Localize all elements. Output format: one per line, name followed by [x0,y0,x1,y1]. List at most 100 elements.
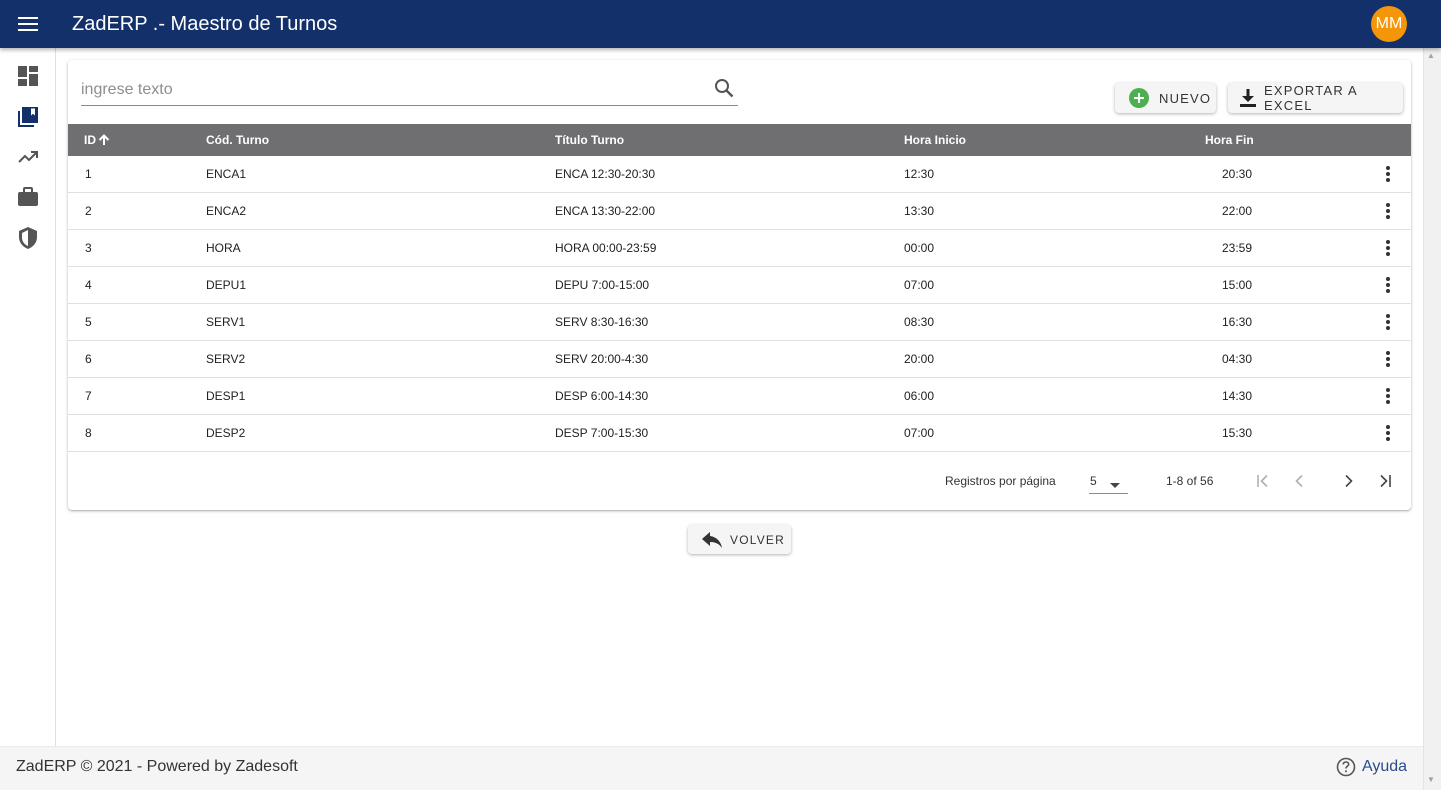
pagination: Registros por página 5 1-8 of 56 [68,452,1411,510]
cell-code: DESP2 [206,426,246,440]
footer-copyright: ZadERP © 2021 - Powered by Zadesoft [16,758,298,775]
cell-code: ENCA1 [206,167,247,181]
new-button-label: NUEVO [1159,90,1212,106]
table-row[interactable]: 3 HORA HORA 00:00-23:59 00:00 23:59 [68,230,1411,267]
export-excel-button[interactable]: EXPORTAR A EXCEL [1228,83,1403,113]
cell-title: SERV 20:00-4:30 [555,352,649,366]
more-vert-icon[interactable] [1378,237,1398,259]
more-vert-icon[interactable] [1378,274,1398,296]
page-range: 1-8 of 56 [1166,474,1214,488]
more-vert-icon[interactable] [1378,200,1398,222]
search-icon[interactable] [714,78,736,100]
column-header-title[interactable]: Título Turno [555,133,624,147]
rows-per-page-value: 5 [1090,474,1097,488]
trending-up-icon[interactable] [16,145,40,169]
help-label: Ayuda [1362,758,1408,775]
cell-id: 5 [85,315,92,329]
column-header-code[interactable]: Cód. Turno [206,133,269,147]
cell-end-time: 04:30 [1222,352,1253,366]
next-page-icon[interactable] [1337,469,1361,493]
previous-page-icon[interactable] [1287,469,1311,493]
more-vert-icon[interactable] [1378,422,1398,444]
cell-code: ENCA2 [206,204,247,218]
last-page-icon[interactable] [1373,469,1397,493]
new-button[interactable]: NUEVO [1115,83,1216,113]
cell-id: 7 [85,389,92,403]
library-books-icon[interactable] [16,105,40,129]
download-icon [1240,89,1256,107]
table-body: 1 ENCA1 ENCA 12:30-20:30 12:30 20:30 2 ENCA2 EN… [68,156,1411,452]
help-circle-icon [1336,757,1356,777]
table-row[interactable]: 1 ENCA1 ENCA 12:30-20:30 12:30 20:30 [68,156,1411,193]
cell-start-time: 07:00 [904,426,935,440]
cell-start-time: 06:00 [904,389,935,403]
cell-start-time: 20:00 [904,352,935,366]
table-header: ID Cód. Turno Título Turno Hora Inicio H… [68,124,1411,156]
rows-per-page-select[interactable]: 5 [1089,469,1128,494]
dashboard-icon[interactable] [16,64,40,88]
reply-icon [702,531,722,548]
add-circle-icon [1129,88,1149,108]
rows-per-page-label: Registros por página [945,474,1056,488]
page-title: ZadERP .- Maestro de Turnos [72,13,338,35]
menu-icon[interactable] [14,12,42,36]
table-row[interactable]: 8 DESP2 DESP 7:00-15:30 07:00 15:30 [68,415,1411,452]
search-input[interactable] [81,77,701,103]
table-row[interactable]: 6 SERV2 SERV 20:00-4:30 20:00 04:30 [68,341,1411,378]
briefcase-icon[interactable] [16,185,40,209]
scroll-down-icon[interactable]: ▼ [1427,776,1435,784]
cell-code: DEPU1 [206,278,247,292]
page-scrollbar[interactable] [1423,48,1441,790]
back-button-label: VOLVER [730,532,785,547]
search-field [81,77,738,106]
cell-code: DESP1 [206,389,246,403]
chevron-down-icon [1110,478,1120,492]
back-button[interactable]: VOLVER [688,525,791,554]
cell-end-time: 15:00 [1222,278,1253,292]
cell-start-time: 08:30 [904,315,935,329]
cell-start-time: 07:00 [904,278,935,292]
cell-code: HORA [206,241,241,255]
cell-start-time: 13:30 [904,204,935,218]
cell-end-time: 22:00 [1222,204,1253,218]
table-row[interactable]: 5 SERV1 SERV 8:30-16:30 08:30 16:30 [68,304,1411,341]
table-row[interactable]: 4 DEPU1 DEPU 7:00-15:00 07:00 15:00 [68,267,1411,304]
cell-title: DESP 6:00-14:30 [555,389,649,403]
cell-id: 2 [85,204,92,218]
cell-end-time: 20:30 [1222,167,1253,181]
scroll-up-icon[interactable]: ▲ [1427,52,1435,60]
column-header-start-time[interactable]: Hora Inicio [904,133,966,147]
cell-code: SERV2 [206,352,246,366]
cell-title: DEPU 7:00-15:00 [555,278,650,292]
export-button-label: EXPORTAR A EXCEL [1264,83,1358,113]
more-vert-icon[interactable] [1378,348,1398,370]
help-link[interactable]: Ayuda [1336,757,1407,777]
footer: ZadERP © 2021 - Powered by Zadesoft Ayud… [0,746,1423,790]
more-vert-icon[interactable] [1378,163,1398,185]
cell-id: 8 [85,426,92,440]
column-header-end-time[interactable]: Hora Fin [1205,133,1254,147]
cell-start-time: 00:00 [904,241,935,255]
cell-end-time: 23:59 [1222,241,1253,255]
more-vert-icon[interactable] [1378,311,1398,333]
cell-title: SERV 8:30-16:30 [555,315,649,329]
sidebar [0,48,56,746]
cell-end-time: 16:30 [1222,315,1253,329]
sort-arrow-up-icon [98,134,110,146]
user-avatar[interactable]: MM [1371,6,1407,42]
cell-code: SERV1 [206,315,246,329]
cell-id: 1 [85,167,92,181]
table-row[interactable]: 7 DESP1 DESP 6:00-14:30 06:00 14:30 [68,378,1411,415]
table-row[interactable]: 2 ENCA2 ENCA 13:30-22:00 13:30 22:00 [68,193,1411,230]
cell-start-time: 12:30 [904,167,935,181]
shield-icon[interactable] [16,226,40,250]
cell-id: 6 [85,352,92,366]
more-vert-icon[interactable] [1378,385,1398,407]
cell-title: HORA 00:00-23:59 [555,241,657,255]
cell-id: 4 [85,278,92,292]
first-page-icon[interactable] [1251,469,1275,493]
app-bar: ZadERP .- Maestro de Turnos MM [0,0,1441,48]
cell-title: DESP 7:00-15:30 [555,426,649,440]
cell-title: ENCA 12:30-20:30 [555,167,656,181]
column-header-id[interactable]: ID [84,133,110,147]
